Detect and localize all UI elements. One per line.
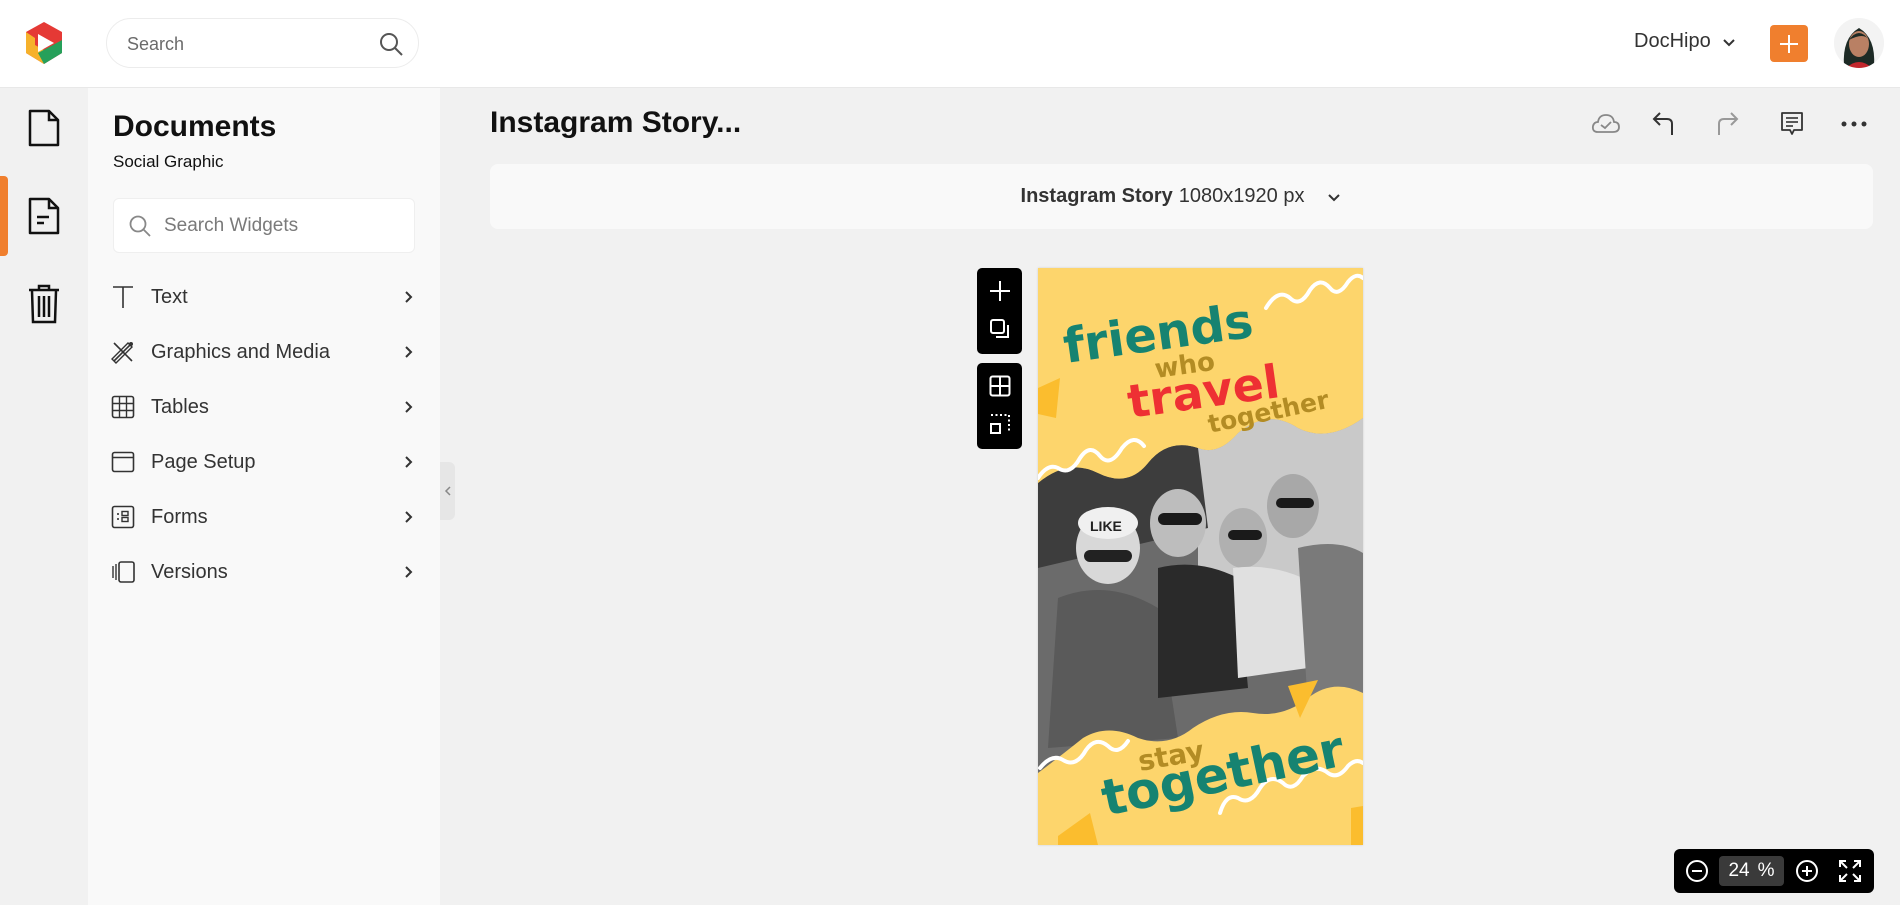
grid-icon [989, 375, 1010, 397]
comments-button[interactable] [1776, 108, 1808, 140]
design-canvas[interactable]: LIKE friends who travel together stay to… [1038, 268, 1363, 845]
workspace-dropdown[interactable]: DocHipo [1634, 30, 1737, 53]
grid-button[interactable] [977, 367, 1022, 405]
widget-search[interactable] [113, 198, 415, 253]
file-icon [28, 109, 60, 147]
zoom-out-icon [1686, 860, 1708, 882]
menu-item-label: Graphics and Media [151, 340, 330, 363]
rail-item-document-text[interactable] [0, 176, 88, 256]
menu-item-label: Text [151, 285, 188, 308]
search-icon[interactable] [378, 31, 404, 57]
undo-icon [1652, 112, 1673, 135]
menu-item-versions[interactable]: Versions [111, 552, 416, 592]
zoom-in-icon [1796, 860, 1818, 882]
panel-subtitle: Social Graphic [113, 152, 224, 171]
page-tools-group-2 [977, 363, 1022, 449]
zoom-unit: % [1757, 860, 1775, 881]
dochipo-logo[interactable] [21, 20, 67, 66]
rail-item-trash[interactable] [0, 264, 88, 344]
table-icon [111, 395, 135, 419]
trash-icon [29, 284, 59, 324]
zoom-control: 24 % [1674, 849, 1874, 893]
fullscreen-button[interactable] [1837, 858, 1863, 884]
workspace-label: DocHipo [1634, 30, 1711, 52]
create-button[interactable] [1770, 25, 1808, 62]
chevron-right-icon [405, 456, 413, 468]
document-title[interactable]: Instagram Story... [490, 106, 741, 140]
collapse-panel-handle[interactable] [440, 462, 455, 520]
zoom-out-button[interactable] [1684, 858, 1710, 884]
duplicate-page-button[interactable] [977, 310, 1022, 348]
menu-item-page-setup[interactable]: Page Setup [111, 442, 416, 482]
select-area-icon [989, 414, 1010, 434]
chevron-right-icon [405, 346, 413, 358]
left-rail [0, 88, 88, 905]
menu-item-graphics-and-media[interactable]: Graphics and Media [111, 332, 416, 372]
more-icon [1841, 121, 1867, 127]
redo-button[interactable] [1711, 108, 1743, 140]
page-tools-group-1 [977, 268, 1022, 354]
page-size-selector[interactable]: Instagram Story 1080x1920 px [490, 164, 1873, 229]
active-indicator [0, 176, 8, 256]
redo-icon [1718, 112, 1739, 135]
menu-item-label: Forms [151, 505, 208, 528]
decor-triangle [1351, 806, 1363, 845]
duplicate-icon [989, 319, 1009, 338]
forms-icon [111, 505, 135, 529]
cloud-saved-button[interactable] [1590, 108, 1622, 140]
chevron-right-icon [405, 511, 413, 523]
menu-item-label: Versions [151, 560, 228, 583]
menu-item-label: Page Setup [151, 450, 256, 473]
chevron-right-icon [405, 401, 413, 413]
file-text-icon [28, 197, 60, 235]
chevron-down-icon [1328, 193, 1341, 201]
widget-search-input[interactable] [164, 213, 404, 239]
cloud-saved-icon [1591, 114, 1620, 133]
rail-item-documents[interactable] [0, 88, 88, 168]
panel-title: Documents [113, 110, 277, 143]
widgets-panel: Documents Social Graphic Text Graphics a… [88, 88, 440, 905]
svg-text:LIKE: LIKE [1090, 518, 1122, 534]
fullscreen-icon [1839, 860, 1861, 882]
global-search[interactable] [106, 18, 419, 68]
chevron-right-icon [405, 566, 413, 578]
search-input[interactable] [127, 31, 367, 57]
comment-icon [1781, 112, 1803, 135]
page-setup-icon [111, 450, 135, 474]
design-artwork: LIKE friends who travel together stay to… [1038, 268, 1363, 845]
menu-item-text[interactable]: Text [111, 277, 416, 317]
select-area-button[interactable] [977, 405, 1022, 443]
menu-item-tables[interactable]: Tables [111, 387, 416, 427]
undo-button[interactable] [1648, 108, 1680, 140]
size-name: Instagram Story [1020, 185, 1173, 207]
more-options-button[interactable] [1838, 108, 1870, 140]
plus-icon [1780, 34, 1798, 53]
chevron-right-icon [405, 291, 413, 303]
zoom-level[interactable]: 24 % [1719, 856, 1784, 886]
add-page-icon [989, 281, 1010, 301]
text-icon [111, 285, 135, 309]
graphics-icon [111, 340, 135, 364]
zoom-value: 24 [1728, 860, 1750, 881]
versions-icon [111, 560, 135, 584]
add-page-button[interactable] [977, 272, 1022, 310]
size-dimensions: 1080x1920 px [1178, 185, 1305, 207]
avatar[interactable] [1834, 18, 1884, 68]
top-bar: DocHipo [0, 0, 1900, 88]
chevron-down-icon [1722, 38, 1735, 46]
zoom-in-button[interactable] [1794, 858, 1820, 884]
menu-item-forms[interactable]: Forms [111, 497, 416, 537]
search-icon [129, 215, 151, 237]
menu-item-label: Tables [151, 395, 209, 418]
chevron-left-icon [444, 486, 451, 496]
